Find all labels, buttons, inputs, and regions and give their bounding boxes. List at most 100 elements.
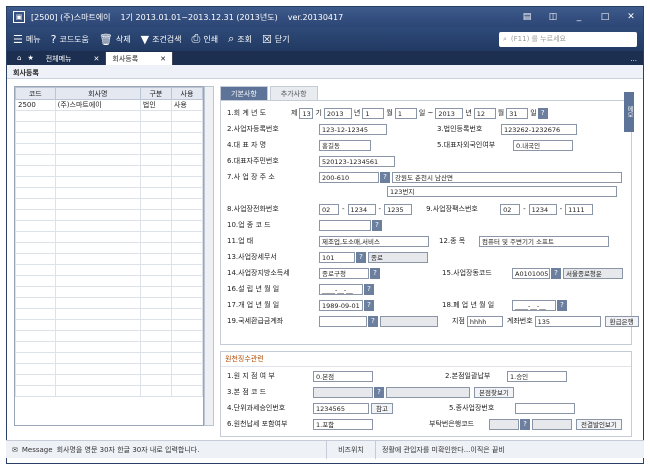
table-row[interactable] (15, 385, 203, 397)
branch-flag-input[interactable]: 0.본점 (313, 370, 373, 382)
start-month-input[interactable]: 1 (362, 107, 385, 119)
list-scrollbar[interactable] (204, 86, 214, 426)
unit-tax-approval-input[interactable]: 1234565 (313, 402, 369, 414)
hq-batch-input[interactable]: 1.승인 (507, 370, 567, 382)
phone-area-input[interactable]: 02 (319, 203, 339, 215)
dong-code-input[interactable]: A0101005 (512, 267, 550, 279)
business-reg-no-input[interactable]: 123-12-12345 (319, 123, 387, 135)
table-row[interactable] (15, 176, 203, 188)
table-row[interactable] (15, 330, 203, 342)
code-help-button[interactable]: ? 코드도움 (51, 33, 89, 46)
end-year-input[interactable]: 2013 (435, 107, 464, 119)
col-company-name[interactable]: 회사명 (54, 87, 141, 100)
tab-company-register[interactable]: 회사등록 ✕ (106, 52, 174, 65)
window-icon[interactable]: ◫ (547, 12, 559, 22)
branch-input[interactable]: hhhh (466, 315, 503, 327)
print-button[interactable]: ⎙ 인쇄 (192, 32, 219, 46)
business-item-input[interactable]: 컴퓨터 및 주변기기 소프트 (479, 235, 609, 247)
help-icon[interactable]: ? (551, 267, 561, 279)
table-row[interactable] (15, 132, 203, 144)
minimize-icon[interactable]: _ (573, 12, 585, 22)
phone-mid-input[interactable]: 1234 (347, 203, 376, 215)
phone-last-input[interactable]: 1235 (384, 203, 413, 215)
local-tax-input[interactable]: 종로구청 (319, 267, 369, 279)
help-icon[interactable]: ? (520, 418, 530, 430)
home-icon[interactable]: ⌂ (17, 54, 21, 62)
fax-mid-input[interactable]: 1234 (528, 203, 557, 215)
table-row[interactable] (15, 187, 203, 199)
table-row[interactable] (15, 143, 203, 155)
sub-workplace-input[interactable] (514, 402, 575, 414)
start-year-input[interactable]: 2013 (323, 107, 352, 119)
tab-close-icon[interactable]: ✕ (160, 55, 166, 63)
table-row[interactable] (15, 165, 203, 177)
help-icon[interactable]: ? (372, 219, 382, 231)
ceo-foreigner-input[interactable]: 0.내국인 (513, 139, 573, 151)
closing-date-input[interactable]: ____-__-__ (512, 299, 556, 311)
help-icon[interactable]: ? (374, 386, 384, 398)
maximize-icon[interactable]: □ (599, 12, 611, 22)
table-row[interactable] (15, 110, 203, 122)
help-icon[interactable]: ? (356, 251, 366, 263)
refund-account-input[interactable] (319, 315, 367, 327)
start-day-input[interactable]: 1 (394, 107, 417, 119)
help-icon[interactable]: ? (380, 171, 390, 183)
table-row[interactable]: 2500 (주)스마트에이 법인 사용 (15, 99, 203, 111)
fiscal-term-input[interactable]: 13 (299, 107, 314, 119)
table-row[interactable] (15, 275, 203, 287)
help-icon[interactable]: ? (364, 283, 374, 295)
refund-bank-button[interactable]: 환급은행 (604, 315, 639, 327)
help-icon[interactable]: ? (370, 267, 380, 279)
approval-view-button[interactable]: 전결발인보기 (576, 418, 622, 430)
table-row[interactable] (15, 154, 203, 166)
end-day-input[interactable]: 31 (506, 107, 529, 119)
table-row[interactable] (15, 308, 203, 320)
founding-date-input[interactable]: ____-__-__ (319, 283, 363, 295)
fax-area-input[interactable]: 02 (500, 203, 521, 215)
inquiry-button[interactable]: ⌕ 조회 (228, 32, 252, 46)
menu-button[interactable]: ☰ 메뉴 (13, 33, 41, 46)
delete-button[interactable]: 🗑 삭제 (99, 33, 131, 46)
corp-reg-no-input[interactable]: 123262-1232676 (501, 123, 577, 135)
tab-extra[interactable]: 추가사항 (269, 86, 318, 100)
col-use[interactable]: 사용 (170, 87, 203, 100)
help-icon[interactable]: ? (537, 107, 548, 119)
end-month-input[interactable]: 12 (473, 107, 496, 119)
table-row[interactable] (15, 121, 203, 133)
reference-button[interactable]: 참고 (371, 402, 393, 414)
address1-input[interactable]: 강원도 춘천시 남산면 (392, 171, 622, 183)
ceo-name-input[interactable]: 홍길동 (319, 139, 371, 151)
opening-date-input[interactable]: 1989-09-01 (319, 299, 363, 311)
table-row[interactable] (15, 286, 203, 298)
table-row[interactable] (15, 352, 203, 364)
help-icon[interactable]: ? (368, 315, 378, 327)
memo-side-tab[interactable]: 메모 (624, 92, 634, 132)
withholding-include-input[interactable]: 1.포함 (313, 418, 373, 430)
table-row[interactable] (15, 319, 203, 331)
business-type-input[interactable]: 제조업,도소매,서비스 (319, 235, 429, 247)
zip-code-input[interactable]: 200-610 (319, 171, 379, 183)
table-row[interactable] (15, 297, 203, 309)
table-row[interactable] (15, 341, 203, 353)
table-row[interactable] (15, 231, 203, 243)
table-row[interactable] (15, 264, 203, 276)
table-row[interactable] (15, 242, 203, 254)
more-icon[interactable]: ··· (630, 57, 643, 65)
hq-search-button[interactable]: 본점찾보기 (474, 386, 514, 398)
tab-basic[interactable]: 기본사항 (220, 86, 268, 100)
account-no-input[interactable]: 135 (534, 315, 601, 327)
table-row[interactable] (15, 363, 203, 375)
help-icon[interactable]: ? (364, 299, 374, 311)
help-icon[interactable]: ? (557, 299, 567, 311)
tab-close-icon[interactable]: ✕ (94, 55, 100, 63)
tab-all-menu[interactable]: 전체메뉴 ✕ (40, 52, 107, 65)
table-row[interactable] (15, 198, 203, 210)
address2-input[interactable]: 123번지 (387, 185, 617, 197)
condition-search-button[interactable]: ▼ 조건검색 (141, 33, 182, 46)
table-row[interactable] (15, 209, 203, 221)
menu-search-input[interactable]: ⌕ (F11) 를 누르세요 (499, 31, 637, 47)
biz-switch[interactable]: 비즈위치 (326, 440, 376, 459)
bank-code-input[interactable] (489, 418, 519, 430)
close-button[interactable]: ☒ 닫기 (262, 33, 290, 46)
table-row[interactable] (15, 253, 203, 265)
